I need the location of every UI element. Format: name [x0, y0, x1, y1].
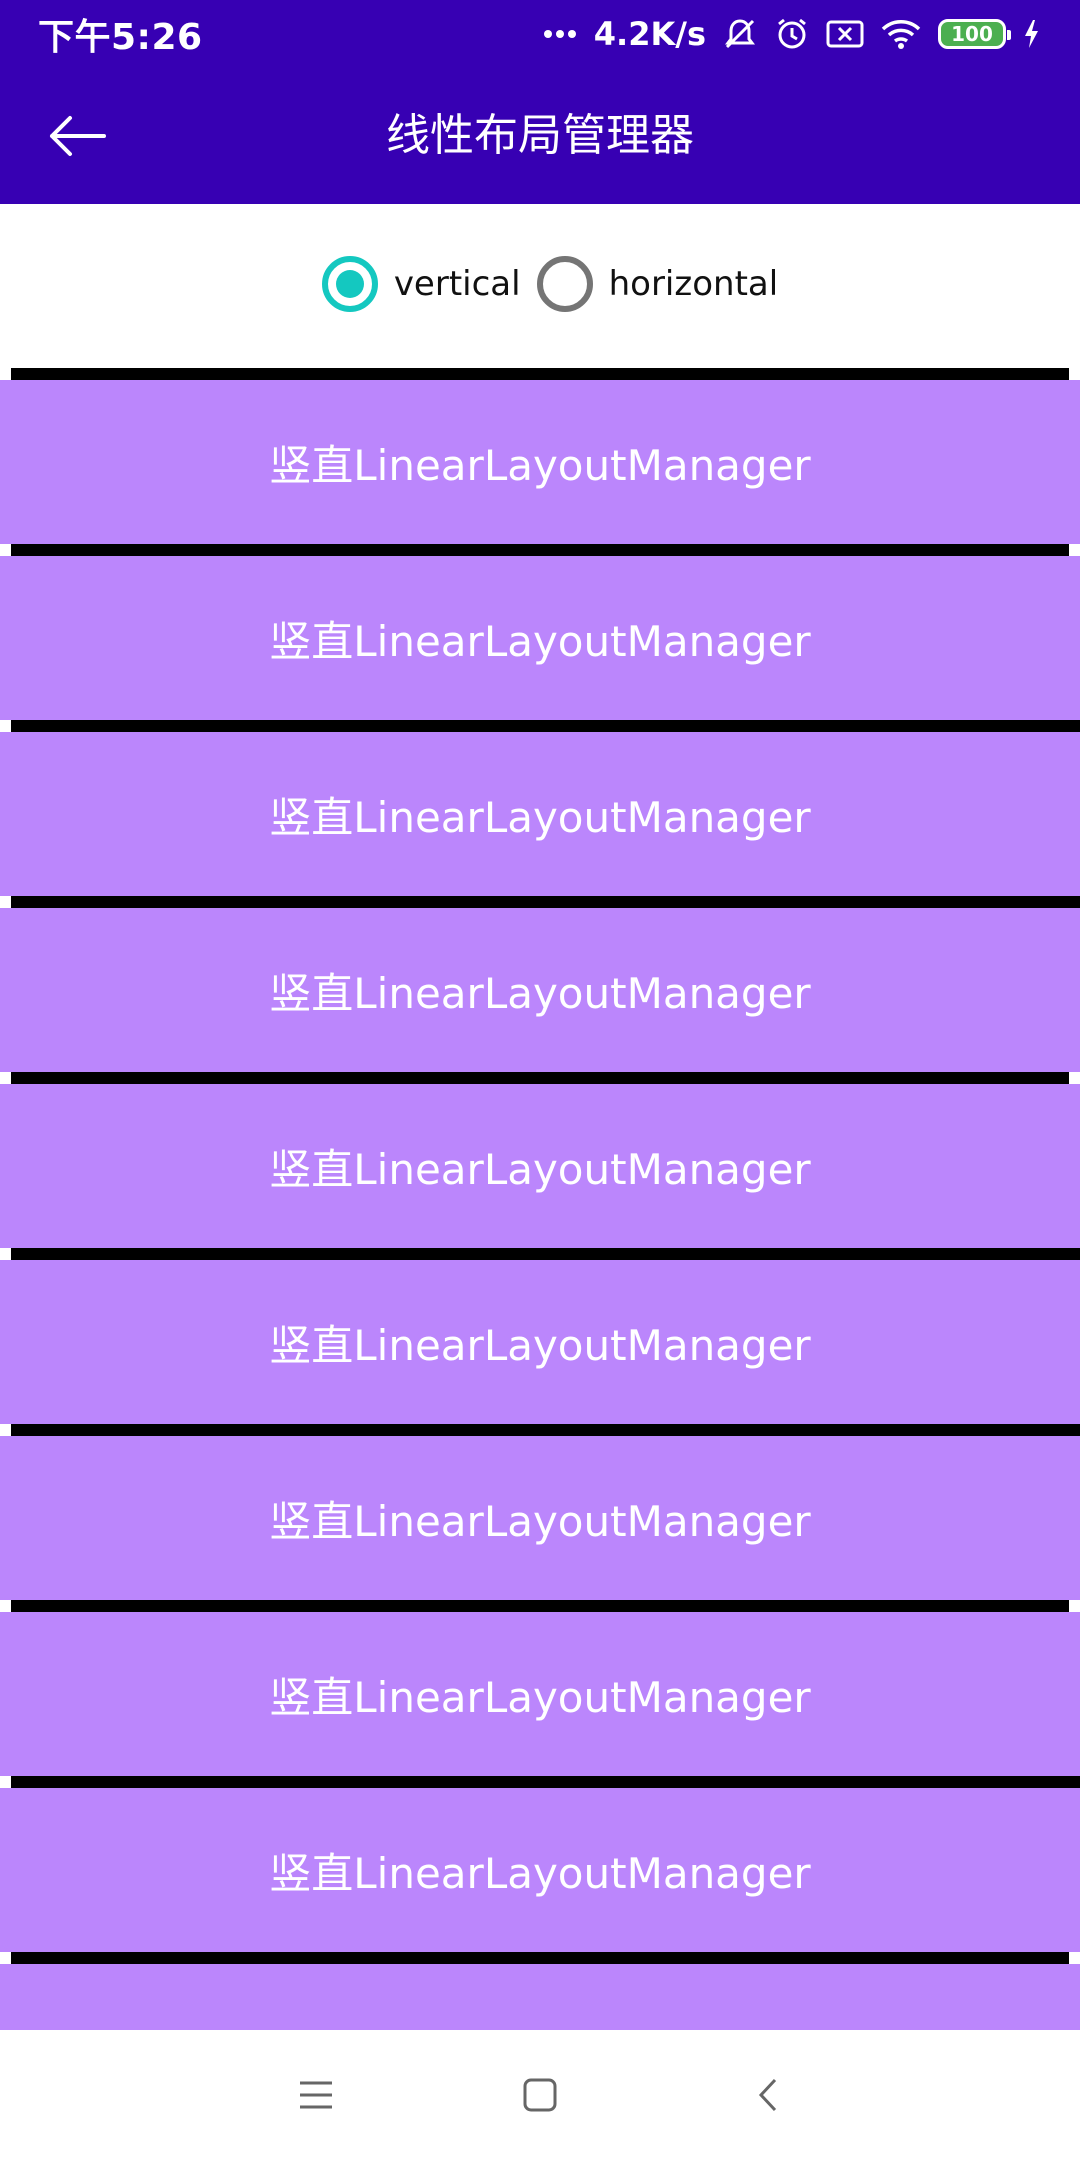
list-item[interactable]: 竖 [0, 1964, 1080, 2030]
list-item[interactable]: 竖直LinearLayoutManager [0, 1260, 1080, 1424]
list-divider [11, 720, 1080, 732]
radio-horizontal[interactable]: horizontal [536, 256, 779, 312]
dots-icon [542, 28, 578, 40]
list-divider [11, 1776, 1080, 1788]
list-item[interactable]: 竖直LinearLayoutManager [0, 1084, 1080, 1248]
orientation-radio-group: vertical horizontal [0, 204, 1080, 364]
network-speed: 4.2K/s [593, 15, 706, 53]
sim-icon [826, 19, 864, 49]
list-divider [11, 1600, 1069, 1612]
battery-icon: 100 [938, 19, 1011, 49]
radio-horizontal-label: horizontal [608, 264, 779, 304]
home-icon[interactable] [510, 2065, 570, 2125]
wifi-icon [880, 18, 922, 50]
list-item[interactable]: 竖直LinearLayoutManager [0, 1436, 1080, 1600]
list-divider [11, 1072, 1069, 1084]
list-item[interactable]: 竖直LinearLayoutManager [0, 380, 1080, 544]
status-icons: 4.2K/s 100 [542, 15, 1040, 53]
list-divider [11, 368, 1069, 380]
list-divider [11, 544, 1069, 556]
system-nav-bar [0, 2030, 1080, 2160]
list-item[interactable]: 竖直LinearLayoutManager [0, 1612, 1080, 1776]
back-icon[interactable] [738, 2065, 798, 2125]
radio-vertical[interactable]: vertical [321, 256, 521, 312]
mute-bell-icon [722, 16, 758, 52]
radio-checked-icon[interactable] [321, 256, 378, 312]
menu-icon[interactable] [286, 2065, 346, 2125]
page-title: 线性布局管理器 [386, 110, 694, 161]
alarm-icon [774, 16, 810, 52]
status-time: 下午5:26 [38, 17, 203, 58]
status-bar: 下午5:26 4.2K/s 100 [0, 0, 1080, 68]
app-bar: 线性布局管理器 [0, 68, 1080, 204]
charging-icon [1022, 18, 1040, 50]
list-divider [11, 1952, 1069, 1964]
list-divider [11, 896, 1080, 908]
radio-unchecked-icon[interactable] [536, 256, 593, 312]
list-divider [11, 1248, 1080, 1260]
list-item[interactable]: 竖直LinearLayoutManager [0, 908, 1080, 1072]
list-item[interactable]: 竖直LinearLayoutManager [0, 732, 1080, 896]
list-divider [11, 1424, 1080, 1436]
list-item[interactable]: 竖直LinearLayoutManager [0, 1788, 1080, 1952]
recycler-list[interactable]: 竖直LinearLayoutManager 竖直LinearLayoutMana… [0, 364, 1080, 2030]
radio-vertical-label: vertical [393, 264, 521, 304]
list-item[interactable]: 竖直LinearLayoutManager [0, 556, 1080, 720]
